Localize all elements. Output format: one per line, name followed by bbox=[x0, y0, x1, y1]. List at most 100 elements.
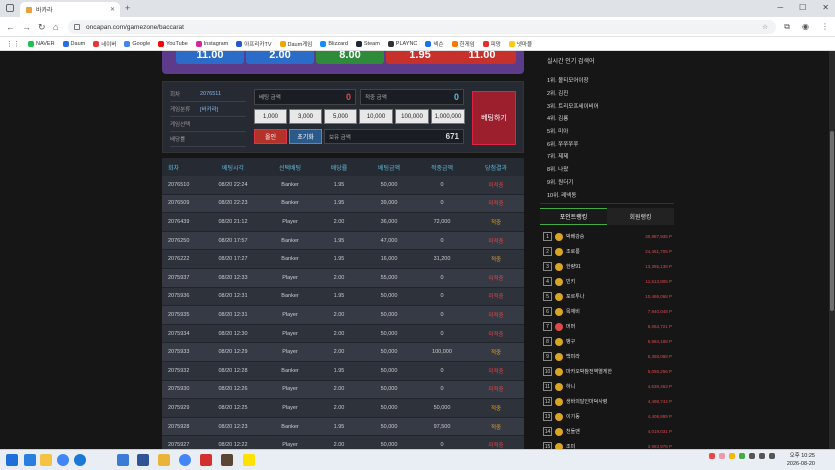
cell-bet: 50,000 bbox=[380, 311, 398, 318]
tray-icon-4[interactable] bbox=[739, 453, 745, 459]
ranking-item[interactable]: 5 포르투나 10,468,068 P bbox=[543, 289, 674, 304]
bookmark-item[interactable]: 넥슨 bbox=[425, 40, 444, 48]
bookmark-item[interactable]: Daum bbox=[62, 40, 85, 47]
bookmark-item[interactable]: 아프리카TV bbox=[236, 40, 272, 48]
search-rank-item[interactable]: 5위. 미아 bbox=[547, 125, 599, 138]
forward-icon[interactable]: → bbox=[22, 22, 31, 32]
ranking-item[interactable]: 11 하니 4,638,463 P bbox=[543, 379, 674, 394]
extensions-icon[interactable]: ⧉ bbox=[784, 22, 790, 32]
chip-100000-button[interactable]: 100,000 bbox=[395, 109, 429, 124]
tab-close-icon[interactable]: ✕ bbox=[110, 6, 115, 13]
chip-1000-button[interactable]: 1,000 bbox=[254, 109, 287, 124]
app-icon-1[interactable] bbox=[117, 454, 129, 466]
ranking-item[interactable]: 8 뱅구 5,984,188 P bbox=[543, 334, 674, 349]
app-icon-2[interactable] bbox=[158, 454, 170, 466]
tray-icon-2[interactable] bbox=[719, 453, 725, 459]
browser-tab[interactable]: 바카라 ✕ bbox=[20, 2, 120, 17]
odds-box-player[interactable]: 2.00 bbox=[246, 51, 314, 64]
reload-icon[interactable]: ↻ bbox=[38, 22, 46, 33]
bookmark-item[interactable]: PLAYNC bbox=[387, 40, 417, 47]
bookmark-item[interactable]: 네이버 bbox=[93, 40, 116, 48]
ranking-item[interactable]: 13 이기동 4,408,889 P bbox=[543, 409, 674, 424]
cell-pick: Player bbox=[282, 349, 298, 356]
tab-point-ranking[interactable]: 포인트랭킹 bbox=[540, 208, 607, 225]
bookmark-item[interactable]: Blizzard bbox=[320, 40, 348, 47]
menu-icon[interactable]: ⋮ bbox=[821, 22, 829, 32]
place-bet-button[interactable]: 베팅하기 bbox=[472, 91, 516, 145]
chip-3000-button[interactable]: 3,000 bbox=[289, 109, 322, 124]
apps-icon[interactable]: ⋮⋮ bbox=[6, 40, 20, 48]
edge-icon[interactable] bbox=[74, 454, 86, 466]
ranking-item[interactable]: 4 빈키 11,513,805 P bbox=[543, 274, 674, 289]
tray-icon-3[interactable] bbox=[729, 453, 735, 459]
bookmark-item[interactable]: Daum게임 bbox=[279, 40, 312, 48]
profile-icon[interactable]: ◉ bbox=[802, 22, 809, 32]
wifi-icon[interactable] bbox=[759, 453, 765, 459]
kakaotalk-icon[interactable] bbox=[243, 454, 255, 466]
odds-box-player-pair[interactable]: 11.00 bbox=[176, 51, 244, 64]
maximize-icon[interactable]: ☐ bbox=[799, 3, 806, 12]
chip-5000-button[interactable]: 5,000 bbox=[324, 109, 357, 124]
odds-box-banker[interactable]: 1.95 bbox=[386, 51, 454, 64]
chrome-active-icon[interactable] bbox=[179, 454, 191, 466]
reset-button[interactable]: 초기화 bbox=[289, 129, 322, 144]
ranking-item[interactable]: 3 한량91 13,355,138 P bbox=[543, 259, 674, 274]
page-scrollbar[interactable] bbox=[829, 51, 835, 449]
word-icon[interactable] bbox=[137, 454, 149, 466]
search-rank-item[interactable]: 9위. 원더기 bbox=[547, 176, 599, 189]
bookmark-item[interactable]: 한게임 bbox=[451, 40, 475, 48]
search-rank-item[interactable]: 4위. 김룡 bbox=[547, 112, 599, 125]
close-window-icon[interactable]: ✕ bbox=[822, 3, 829, 12]
search-rank-item[interactable]: 8위. 나왔 bbox=[547, 163, 599, 176]
search-rank-item[interactable]: 1위. 볼티모어이장 bbox=[547, 74, 599, 87]
chip-1000000-button[interactable]: 1,000,000 bbox=[431, 109, 465, 124]
url-field[interactable]: oncapan.com/gamezone/baccarat ☆ bbox=[68, 20, 776, 34]
new-tab-icon[interactable]: + bbox=[125, 3, 130, 13]
allin-button[interactable]: 올인 bbox=[254, 129, 287, 144]
odds-box-banker-pair[interactable]: 11.00 bbox=[448, 51, 516, 64]
search-rank-item[interactable]: 10위. 레넥동 bbox=[547, 188, 599, 201]
bookmark-star-icon[interactable]: ☆ bbox=[762, 23, 768, 31]
rank-name: 한량91 bbox=[566, 264, 581, 270]
ranking-item[interactable]: 6 목재비 7,940,048 P bbox=[543, 304, 674, 319]
search-rank-item[interactable]: 6위. 쭈쭈쭈쭈 bbox=[547, 137, 599, 150]
bookmark-item[interactable]: Steam bbox=[355, 40, 380, 47]
ranking-item[interactable]: 1 박배강승 30,987,935 P bbox=[543, 229, 674, 244]
ranking-item[interactable]: 12 생바의달인마덕사령 4,498,744 P bbox=[543, 394, 674, 409]
tab-member-ranking[interactable]: 회원랭킹 bbox=[607, 208, 674, 225]
bookmark-item[interactable]: 피망 bbox=[482, 40, 501, 48]
bookmark-item[interactable]: YouTube bbox=[158, 40, 188, 47]
tab-list-icon[interactable] bbox=[6, 4, 14, 12]
bookmark-item[interactable]: Instagram bbox=[195, 40, 228, 47]
file-explorer-icon[interactable] bbox=[40, 454, 52, 466]
ranking-item[interactable]: 15 조미 3,983,978 P bbox=[543, 439, 674, 449]
app-icon-3[interactable] bbox=[200, 454, 212, 466]
site-info-icon[interactable] bbox=[74, 24, 80, 30]
chrome-icon[interactable] bbox=[57, 454, 69, 466]
tray-icon-5[interactable] bbox=[749, 453, 755, 459]
ranking-item[interactable]: 9 백미라 5,368,088 P bbox=[543, 349, 674, 364]
bet-amount-field[interactable]: 베팅 금액 0 bbox=[254, 89, 356, 105]
ranking-item[interactable]: 14 천돌맨 4,019,031 P bbox=[543, 424, 674, 439]
bookmark-item[interactable]: NAVER bbox=[28, 40, 55, 47]
minimize-icon[interactable]: ─ bbox=[777, 3, 783, 12]
bookmark-item[interactable]: Google bbox=[124, 40, 150, 47]
back-icon[interactable]: ← bbox=[6, 22, 15, 32]
volume-icon[interactable] bbox=[769, 453, 775, 459]
app-icon-4[interactable] bbox=[221, 454, 233, 466]
odds-box-tie[interactable]: 8.00 bbox=[316, 51, 384, 64]
clock[interactable]: 오후 10:25 2026-08-20 bbox=[787, 452, 815, 468]
home-icon[interactable]: ⌂ bbox=[53, 22, 58, 32]
ranking-item[interactable]: 10 마카오박참전역열게한 5,059,256 P bbox=[543, 364, 674, 379]
task-view-icon[interactable] bbox=[24, 454, 36, 466]
search-rank-item[interactable]: 2위. 김진 bbox=[547, 87, 599, 100]
bookmark-item[interactable]: 넷마블 bbox=[508, 40, 532, 48]
search-rank-item[interactable]: 7위. 제제 bbox=[547, 150, 599, 163]
start-icon[interactable] bbox=[6, 454, 18, 466]
ranking-item[interactable]: 2 조로롱 24,461,705 P bbox=[543, 244, 674, 259]
search-rank-item[interactable]: 3위. 트리모프세이비어 bbox=[547, 99, 599, 112]
ranking-item[interactable]: 7 머머 6,063,721 P bbox=[543, 319, 674, 334]
tray-icon-1[interactable] bbox=[709, 453, 715, 459]
scrollbar-thumb[interactable] bbox=[830, 131, 834, 311]
chip-10000-button[interactable]: 10,000 bbox=[359, 109, 393, 124]
